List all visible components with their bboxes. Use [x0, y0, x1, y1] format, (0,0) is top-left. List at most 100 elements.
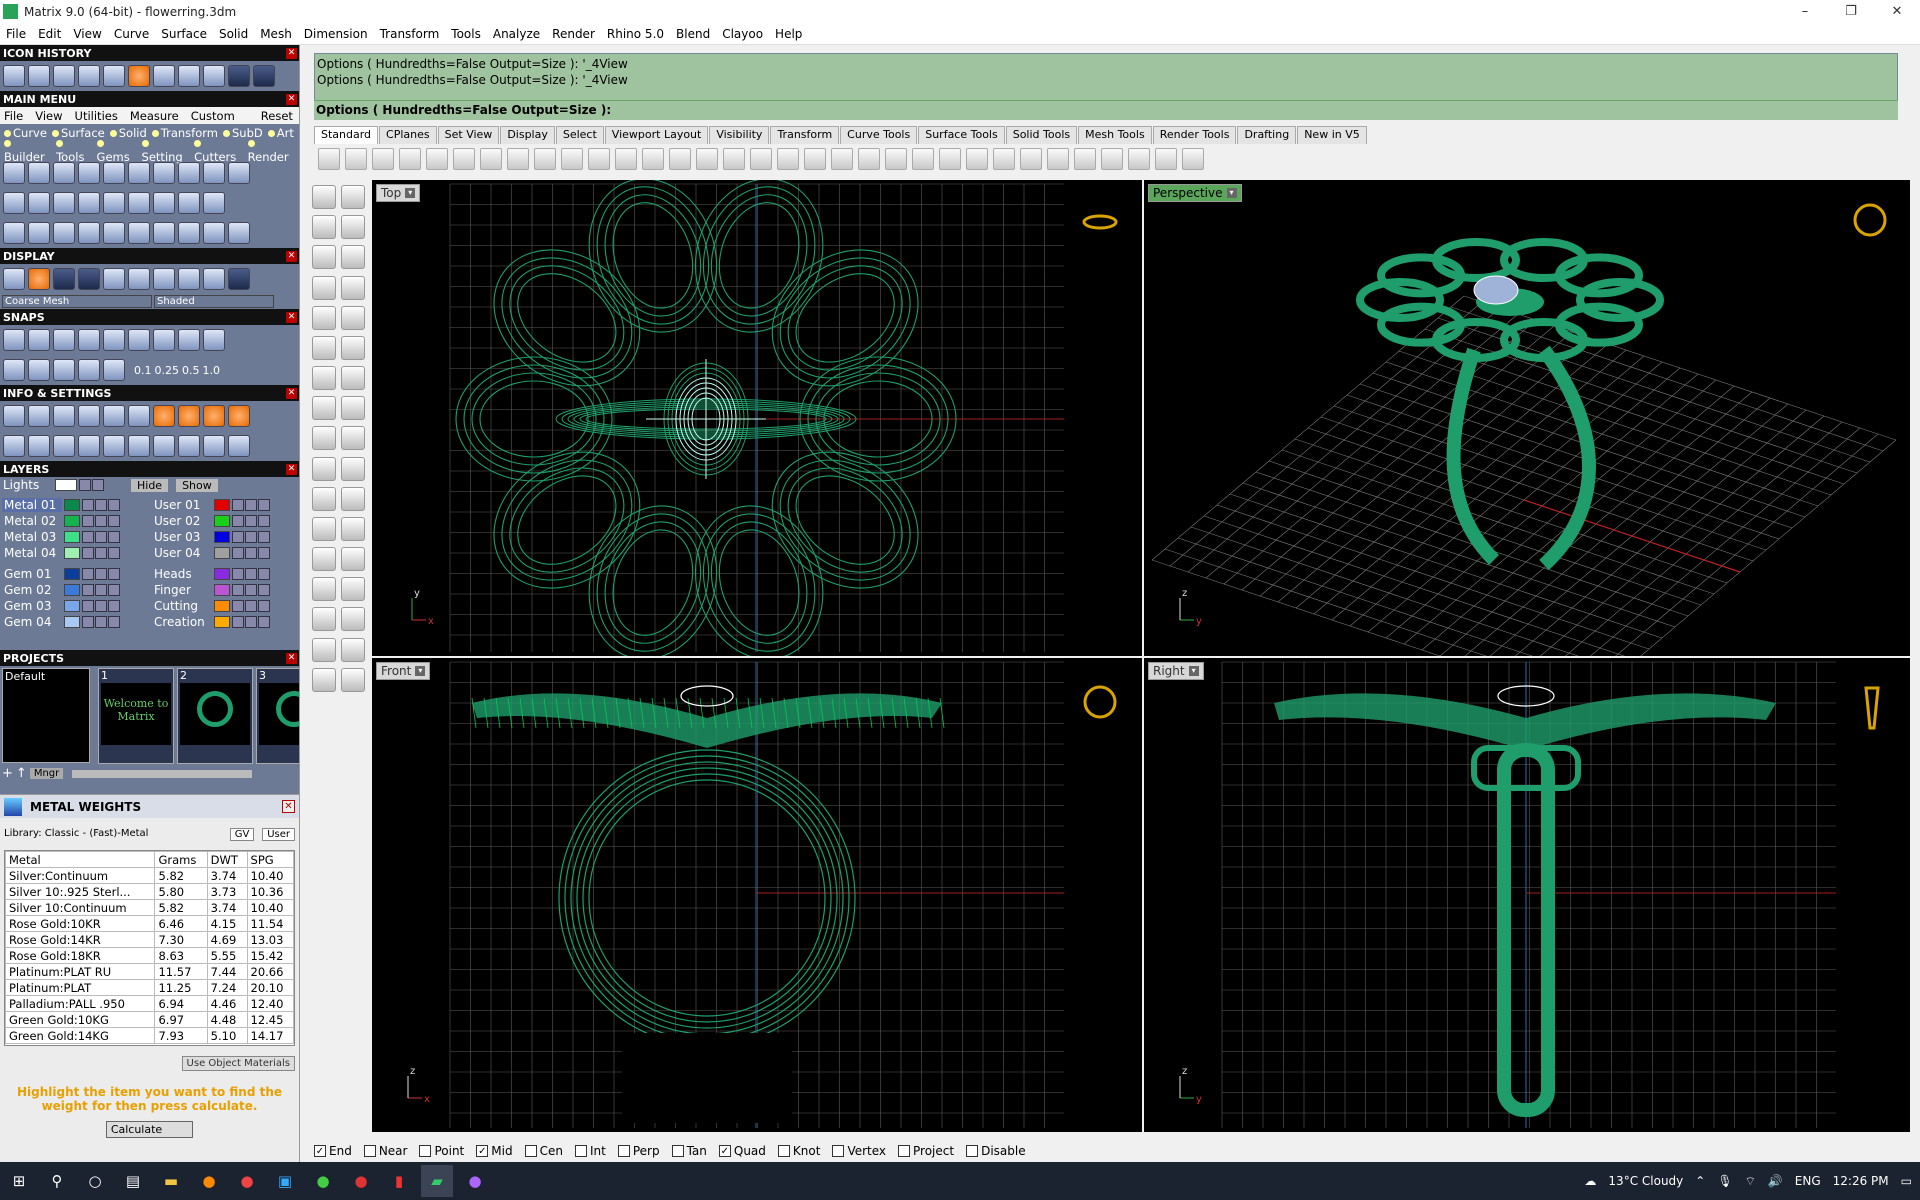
select-icon[interactable] — [258, 584, 270, 596]
osnap-near[interactable]: Near — [363, 1144, 407, 1158]
menu-help[interactable]: Help — [769, 27, 808, 41]
mm-measure[interactable]: Measure — [130, 109, 179, 123]
display-icon[interactable] — [178, 268, 200, 290]
grid-icon[interactable] — [750, 148, 772, 170]
help-icon[interactable] — [1182, 148, 1204, 170]
layer-name[interactable]: Metal 03 — [2, 530, 62, 544]
visibility-icon[interactable] — [245, 515, 257, 527]
new-file-icon[interactable] — [78, 65, 100, 87]
osnap-vertex[interactable]: Vertex — [832, 1144, 886, 1158]
layer-name[interactable]: User 02 — [152, 514, 212, 528]
lock-icon[interactable] — [912, 148, 934, 170]
snap-icon[interactable] — [78, 329, 100, 351]
sphere-icon[interactable] — [1020, 148, 1042, 170]
mesh-select[interactable]: Coarse Mesh — [2, 295, 152, 308]
settings-icon[interactable] — [103, 405, 125, 427]
filter-icon[interactable] — [103, 435, 125, 457]
layer-row[interactable]: Metal 03 — [2, 529, 147, 545]
tool-icon[interactable] — [153, 162, 175, 184]
tab-new-in-v5[interactable]: New in V5 — [1297, 126, 1367, 144]
calculate-button[interactable]: Calculate — [105, 1121, 194, 1138]
history-tool-icon[interactable] — [3, 65, 25, 87]
tool-icon[interactable] — [3, 162, 25, 184]
settings-icon[interactable] — [203, 435, 225, 457]
select-icon[interactable] — [258, 600, 270, 612]
visibility-icon[interactable] — [95, 515, 107, 527]
select-icon[interactable] — [108, 568, 120, 580]
tab-transform[interactable]: Transform — [770, 126, 840, 144]
settings-icon[interactable] — [53, 435, 75, 457]
print-icon[interactable] — [399, 148, 421, 170]
viewport-right[interactable]: yz Right ▾ — [1144, 658, 1910, 1132]
sphere-icon[interactable] — [1047, 148, 1069, 170]
lock-icon[interactable] — [232, 600, 244, 612]
tool-icon[interactable] — [312, 335, 336, 360]
snap-icon[interactable] — [3, 359, 25, 381]
menu-analyze[interactable]: Analyze — [487, 27, 546, 41]
tab-select[interactable]: Select — [555, 126, 604, 144]
snap-icon[interactable] — [153, 329, 175, 351]
chevron-up-icon[interactable]: ⌃ — [1695, 1174, 1705, 1188]
visibility-icon[interactable] — [245, 600, 257, 612]
column-header[interactable]: Grams — [154, 851, 208, 868]
settings-icon[interactable] — [3, 435, 25, 457]
weather-icon[interactable]: ☁ — [1584, 1174, 1596, 1188]
tool-icon[interactable] — [203, 162, 225, 184]
table-row[interactable]: Silver 10:Continuum 5.82 3.74 10.40 — [5, 899, 294, 916]
snap-value-1-0[interactable]: 1.0 — [203, 364, 221, 377]
osnap-quad[interactable]: ✓ Quad — [718, 1144, 766, 1158]
snap-value-0-25[interactable]: 0.25 — [155, 364, 180, 377]
tool-icon[interactable] — [103, 192, 125, 214]
history-tool-icon[interactable] — [28, 65, 50, 87]
bulb-icon[interactable] — [885, 148, 907, 170]
close-button[interactable]: ✕ — [1874, 0, 1920, 23]
select-icon[interactable] — [258, 568, 270, 580]
settings-icon[interactable] — [203, 405, 225, 427]
chevron-down-icon[interactable]: ▾ — [415, 666, 426, 676]
table-row[interactable]: Platinum:PLAT 11.25 7.24 20.10 — [5, 979, 294, 996]
layer-row[interactable]: User 02 — [152, 513, 297, 529]
save-icon[interactable] — [53, 65, 75, 87]
clock[interactable]: 12:26 PM — [1833, 1174, 1889, 1188]
snap-value-0-1[interactable]: 0.1 — [134, 364, 152, 377]
settings-icon[interactable] — [153, 435, 175, 457]
layer-name[interactable]: Metal 02 — [2, 514, 62, 528]
snap-icon[interactable] — [103, 329, 125, 351]
weather-text[interactable]: 13°C Cloudy — [1608, 1174, 1683, 1188]
osnap-knot[interactable]: Knot — [777, 1144, 820, 1158]
tab-set-view[interactable]: Set View — [437, 126, 500, 144]
lock-icon[interactable] — [232, 568, 244, 580]
tool-icon[interactable] — [178, 192, 200, 214]
tool-icon[interactable] — [178, 222, 200, 244]
menu-edit[interactable]: Edit — [32, 27, 67, 41]
tool-icon[interactable] — [341, 516, 365, 541]
snap-icon[interactable] — [78, 359, 100, 381]
tool-icon[interactable] — [312, 456, 336, 481]
display-icon[interactable] — [128, 268, 150, 290]
chrome-icon[interactable]: ● — [231, 1165, 263, 1197]
search-icon[interactable] — [28, 405, 50, 427]
osnap-project[interactable]: Project — [898, 1144, 954, 1158]
settings-icon[interactable] — [228, 435, 250, 457]
close-icon[interactable]: ✕ — [286, 250, 297, 262]
checkbox-icon[interactable]: ✓ — [314, 1145, 326, 1157]
maximize-button[interactable]: ❐ — [1828, 0, 1874, 23]
visibility-icon[interactable] — [245, 547, 257, 559]
column-header[interactable]: Metal — [5, 851, 156, 868]
checkbox-icon[interactable] — [966, 1145, 979, 1157]
user-toggle[interactable]: User — [262, 828, 295, 841]
settings-icon[interactable] — [153, 405, 175, 427]
checkbox-icon[interactable] — [363, 1145, 376, 1157]
tab-surface-tools[interactable]: Surface Tools — [918, 126, 1005, 144]
mm-cutters[interactable]: Cutters — [194, 136, 243, 164]
osnap-mid[interactable]: ✓ Mid — [476, 1144, 513, 1158]
select-icon[interactable] — [258, 547, 270, 559]
tool-icon[interactable] — [203, 192, 225, 214]
add-project-icon[interactable]: + — [2, 766, 13, 781]
tool-icon[interactable] — [312, 215, 336, 240]
tool-icon[interactable] — [341, 275, 365, 300]
select-icon[interactable] — [108, 547, 120, 559]
tool-icon[interactable] — [312, 637, 336, 662]
menu-mesh[interactable]: Mesh — [254, 27, 298, 41]
tab-standard[interactable]: Standard — [314, 126, 379, 144]
